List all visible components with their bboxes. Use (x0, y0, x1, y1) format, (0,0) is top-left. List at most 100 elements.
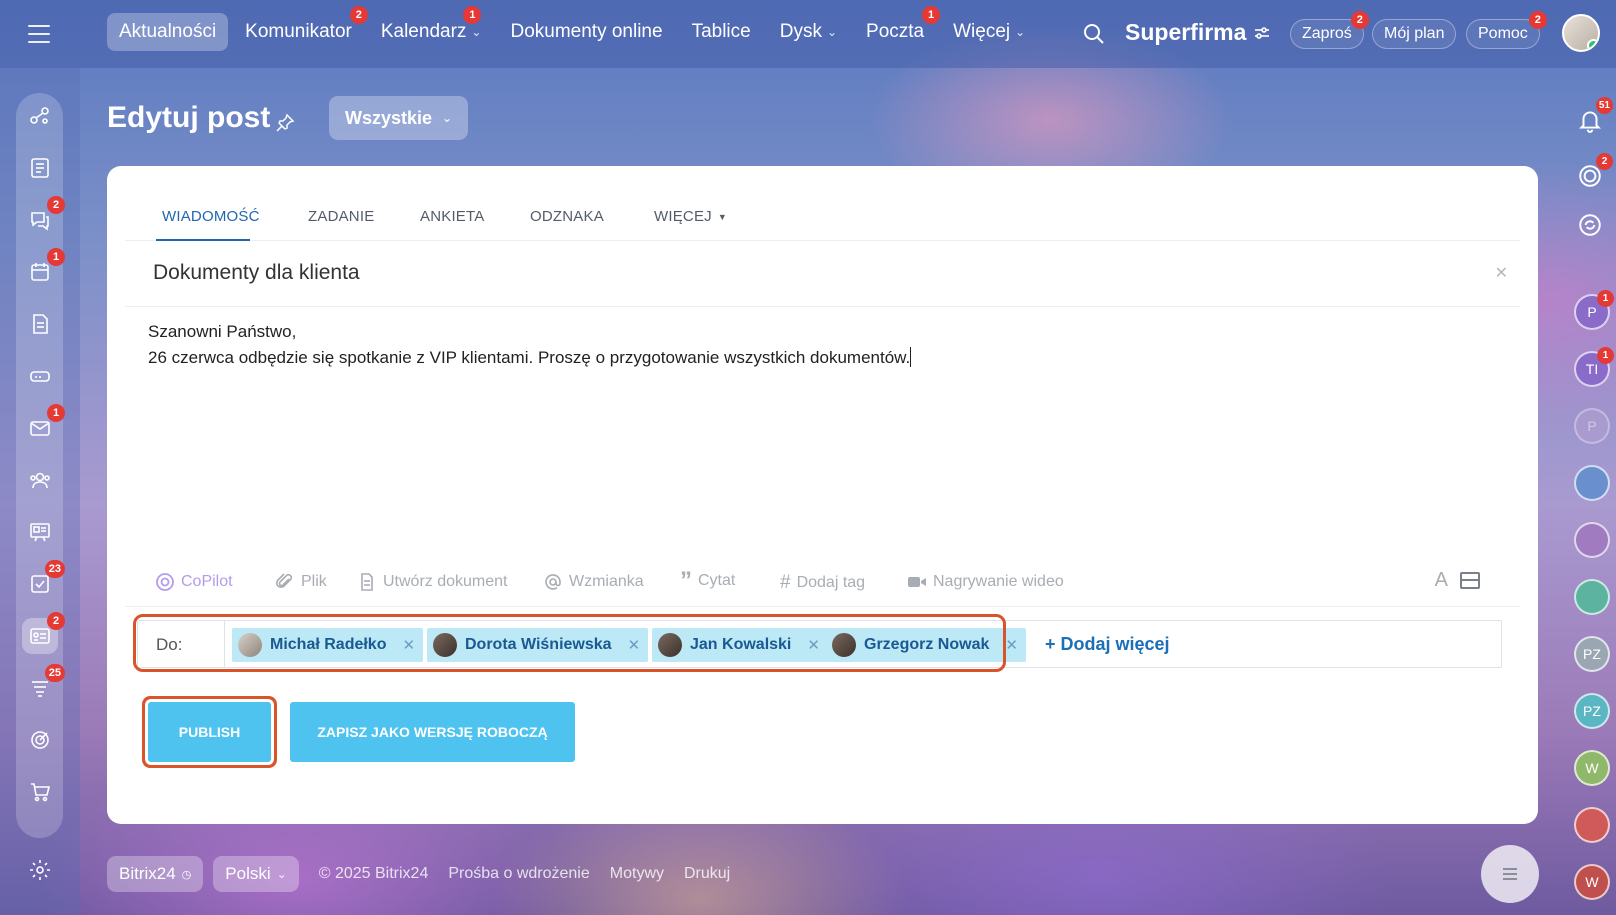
chat-icon (31, 212, 49, 231)
nav-item-komunikator[interactable]: Komunikator 2 (233, 6, 368, 51)
notification-badge: 2 (47, 196, 65, 214)
chevron-down-icon: ⌄ (826, 25, 838, 39)
sidebar-item-team[interactable] (22, 462, 58, 498)
language-selector[interactable]: Polski ⌄ (213, 856, 299, 892)
avatar-initials: W (1585, 874, 1599, 890)
notification-badge: 1 (47, 404, 65, 422)
page-title: Edytuj post (107, 101, 271, 134)
create-document-button[interactable]: Utwórz dokument (357, 572, 508, 592)
contact-avatar[interactable]: PZ (1574, 693, 1610, 729)
help-button[interactable]: Pomoc 2 (1466, 11, 1547, 49)
sidebar-item-goals[interactable] (22, 722, 58, 758)
text-format-button[interactable]: A (1435, 569, 1448, 592)
top-navigation-bar: Aktualności Komunikator 2 Kalendarz ⌄ 1 Dok… (0, 0, 1616, 68)
search-icon[interactable] (1082, 22, 1106, 46)
post-body-editor[interactable]: Szanowni Państwo, 26 czerwca odbędzie si… (148, 319, 912, 371)
contact-avatar[interactable]: W (1574, 750, 1610, 786)
toggle-panel-icon[interactable] (1460, 572, 1480, 589)
footer-brand: Bitrix24 (119, 864, 176, 883)
sidebar-item-crm[interactable]: 25 (22, 664, 65, 706)
nav-item-kalendarz[interactable]: Kalendarz ⌄ 1 (369, 6, 494, 51)
filter-label: Wszystkie (345, 107, 433, 128)
contact-avatar[interactable]: P1 (1574, 290, 1614, 330)
sidebar-item-shop[interactable] (22, 774, 58, 810)
notification-badge: 1 (922, 6, 941, 24)
save-draft-button[interactable]: ZAPISZ JAKO WERSJĘ ROBOCZĄ (290, 702, 575, 762)
company-brand[interactable]: Superfirma (1125, 19, 1270, 46)
post-body-line: Szanowni Państwo, (148, 322, 297, 341)
sync-chat-icon (1579, 214, 1601, 236)
menu-toggle-icon[interactable] (22, 22, 56, 46)
filter-dropdown[interactable]: Wszystkie ⌄ (329, 96, 469, 140)
attach-file-button[interactable]: Plik (275, 572, 327, 592)
nav-item-wiecej[interactable]: Więcej ⌄ (941, 13, 1037, 51)
nav-item-dokumenty-online[interactable]: Dokumenty online (498, 13, 674, 51)
add-tag-button[interactable]: # Dodaj tag (780, 572, 865, 594)
nav-label: Aktualności (119, 21, 217, 42)
invite-button[interactable]: Zaproś 2 (1290, 11, 1369, 49)
file-label: Plik (301, 573, 327, 590)
nav-item-aktualnosci[interactable]: Aktualności (107, 13, 229, 51)
contact-avatar[interactable]: PZ (1574, 636, 1610, 672)
tab-message[interactable]: WIADOMOŚĆ (162, 208, 260, 225)
post-title-input[interactable]: Dokumenty dla klienta (153, 261, 360, 285)
chevron-down-icon: ⌄ (471, 25, 482, 39)
tab-more[interactable]: WIĘCEJ ▼ (654, 208, 727, 225)
sidebar-item-drive[interactable] (22, 358, 58, 394)
sidebar-item-settings[interactable] (22, 852, 58, 888)
remove-icon[interactable]: ✕ (1005, 636, 1018, 654)
group-avatar[interactable] (1574, 579, 1610, 615)
activity-button[interactable]: 2 (1573, 153, 1613, 193)
quote-label: Cytat (698, 572, 736, 589)
video-label: Nagrywanie wideo (933, 573, 1064, 590)
avatar-initials: PZ (1583, 703, 1601, 719)
chevron-down-icon: ⌄ (276, 867, 287, 881)
my-plan-button[interactable]: Mój plan (1372, 19, 1457, 49)
tab-task[interactable]: ZADANIE (308, 208, 374, 225)
video-call-avatar[interactable] (1574, 807, 1610, 843)
notifications-button[interactable]: 51 (1573, 97, 1613, 137)
nav-label: Więcej (953, 21, 1011, 42)
user-avatar[interactable] (1562, 14, 1600, 52)
sidebar-item-tasks[interactable]: 23 (22, 560, 65, 602)
sidebar-item-newsfeed-active[interactable]: 2 (22, 612, 65, 654)
quote-button[interactable]: ” Cytat (680, 569, 736, 593)
sidebar-item-chat[interactable]: 2 (22, 196, 65, 238)
pin-icon[interactable] (275, 113, 295, 133)
contact-avatar[interactable]: TI 1 (1574, 347, 1614, 387)
post-body-line: 26 czerwca odbędzie się spotkanie z VIP … (148, 348, 911, 367)
gear-icon (30, 860, 50, 880)
mention-button[interactable]: Wzmianka (543, 572, 644, 592)
copilot-button[interactable]: CoPilot (155, 572, 233, 592)
sidebar-item-boards[interactable] (22, 514, 58, 550)
close-icon[interactable]: ✕ (1495, 263, 1508, 283)
nav-item-dysk[interactable]: Dysk ⌄ (768, 13, 849, 51)
sidebar-item-calendar[interactable]: 1 (22, 248, 65, 290)
group-avatar[interactable] (1574, 522, 1610, 558)
hashtag-icon: # (780, 572, 791, 593)
contact-avatar[interactable]: P (1574, 408, 1610, 444)
print-link[interactable]: Drukuj (684, 865, 730, 883)
contact-avatar[interactable]: W (1574, 864, 1610, 900)
text-caret (910, 347, 912, 367)
implementation-request-link[interactable]: Prośba o wdrożenie (448, 865, 589, 883)
tab-poll[interactable]: ANKIETA (420, 208, 484, 225)
group-avatar[interactable] (1574, 465, 1610, 501)
video-record-button[interactable]: Nagrywanie wideo (907, 572, 1064, 592)
quick-menu-button[interactable] (1481, 845, 1539, 903)
bitrix-brand-button[interactable]: Bitrix24 ◷ (107, 856, 204, 892)
list-icon (1503, 868, 1517, 880)
sidebar-item-documents[interactable] (22, 306, 58, 342)
add-more-recipients-link[interactable]: + Dodaj więcej (1045, 634, 1170, 655)
sidebar-item-mail[interactable]: 1 (22, 404, 65, 446)
notification-badge: 1 (1597, 347, 1614, 364)
sidebar-item-automation[interactable] (22, 98, 58, 134)
nav-item-poczta[interactable]: Poczta 1 (854, 6, 941, 51)
publish-button[interactable]: PUBLISH (148, 702, 271, 762)
sync-button[interactable] (1573, 208, 1607, 242)
sidebar-item-feed[interactable] (22, 150, 58, 186)
mail-icon (30, 421, 50, 436)
nav-item-tablice[interactable]: Tablice (680, 13, 763, 51)
tab-badge[interactable]: ODZNAKA (530, 208, 604, 225)
themes-link[interactable]: Motywy (610, 865, 664, 883)
